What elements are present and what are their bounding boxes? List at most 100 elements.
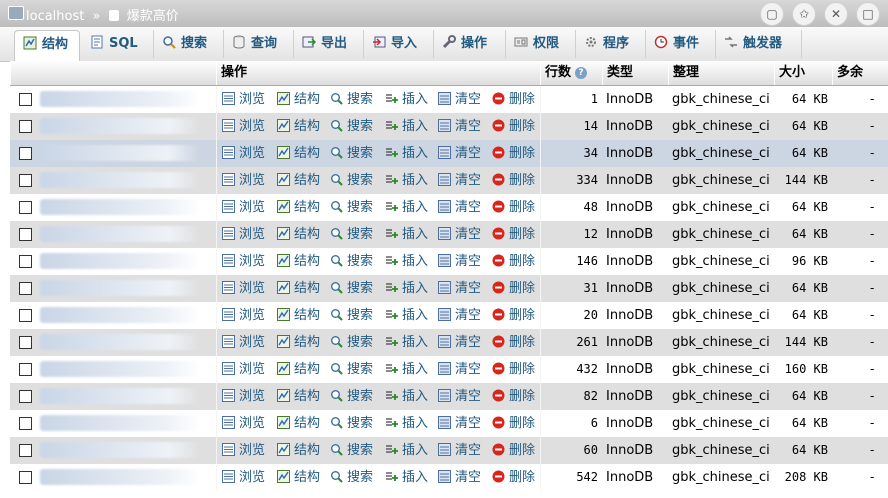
browse-link[interactable]: 浏览 [222, 437, 265, 464]
tab-query[interactable]: 查询 [224, 30, 294, 58]
drop-link[interactable]: 删除 [492, 275, 535, 302]
structure-link[interactable]: 结构 [277, 86, 320, 113]
insert-link[interactable]: 插入 [385, 437, 428, 464]
search-link[interactable]: 搜索 [330, 221, 373, 248]
structure-link[interactable]: 结构 [277, 383, 320, 410]
browse-link[interactable]: 浏览 [222, 410, 265, 437]
tab-routines[interactable]: 程序 [576, 30, 646, 58]
row-checkbox[interactable] [19, 255, 32, 268]
close-icon[interactable]: ✕ [824, 2, 848, 26]
browse-link[interactable]: 浏览 [222, 248, 265, 275]
drop-link[interactable]: 删除 [492, 86, 535, 113]
table-row[interactable]: 浏览 结构 搜索 插入 清空 删除 60 InnoDB gbk_chinese_… [10, 437, 888, 464]
drop-link[interactable]: 删除 [492, 140, 535, 167]
header-overhead[interactable]: 多余 [832, 61, 888, 85]
table-row[interactable]: 浏览 结构 搜索 插入 清空 删除 12 InnoDB gbk_chinese_… [10, 221, 888, 248]
row-checkbox[interactable] [19, 471, 32, 484]
structure-link[interactable]: 结构 [277, 410, 320, 437]
drop-link[interactable]: 删除 [492, 437, 535, 464]
search-link[interactable]: 搜索 [330, 248, 373, 275]
browse-link[interactable]: 浏览 [222, 356, 265, 383]
empty-link[interactable]: 清空 [438, 221, 481, 248]
insert-link[interactable]: 插入 [385, 302, 428, 329]
browse-link[interactable]: 浏览 [222, 329, 265, 356]
header-size[interactable]: 大小 [774, 61, 832, 85]
row-checkbox[interactable] [19, 417, 32, 430]
structure-link[interactable]: 结构 [277, 275, 320, 302]
browse-link[interactable]: 浏览 [222, 464, 265, 491]
insert-link[interactable]: 插入 [385, 221, 428, 248]
insert-link[interactable]: 插入 [385, 356, 428, 383]
search-link[interactable]: 搜索 [330, 140, 373, 167]
search-link[interactable]: 搜索 [330, 302, 373, 329]
search-link[interactable]: 搜索 [330, 410, 373, 437]
browse-link[interactable]: 浏览 [222, 194, 265, 221]
tab-events[interactable]: 事件 [646, 30, 716, 58]
drop-link[interactable]: 删除 [492, 194, 535, 221]
empty-link[interactable]: 清空 [438, 248, 481, 275]
row-checkbox[interactable] [19, 147, 32, 160]
row-checkbox[interactable] [19, 93, 32, 106]
search-link[interactable]: 搜索 [330, 356, 373, 383]
insert-link[interactable]: 插入 [385, 113, 428, 140]
insert-link[interactable]: 插入 [385, 329, 428, 356]
row-checkbox[interactable] [19, 282, 32, 295]
table-row[interactable]: 浏览 结构 搜索 插入 清空 删除 542 InnoDB gbk_chinese… [10, 464, 888, 491]
structure-link[interactable]: 结构 [277, 437, 320, 464]
tab-sql[interactable]: SQL [82, 30, 154, 58]
browse-link[interactable]: 浏览 [222, 113, 265, 140]
insert-link[interactable]: 插入 [385, 464, 428, 491]
drop-link[interactable]: 删除 [492, 383, 535, 410]
structure-link[interactable]: 结构 [277, 221, 320, 248]
table-row[interactable]: 浏览 结构 搜索 插入 清空 删除 432 InnoDB gbk_chinese… [10, 356, 888, 383]
empty-link[interactable]: 清空 [438, 140, 481, 167]
header-collation[interactable]: 整理 [668, 61, 774, 85]
row-checkbox[interactable] [19, 336, 32, 349]
tab-triggers[interactable]: 触发器 [716, 30, 802, 58]
row-checkbox[interactable] [19, 228, 32, 241]
structure-link[interactable]: 结构 [277, 113, 320, 140]
tab-import[interactable]: 导入 [364, 30, 434, 58]
structure-link[interactable]: 结构 [277, 464, 320, 491]
search-link[interactable]: 搜索 [330, 167, 373, 194]
drop-link[interactable]: 删除 [492, 329, 535, 356]
drop-link[interactable]: 删除 [492, 464, 535, 491]
tab-privileges[interactable]: 权限 [506, 30, 576, 58]
table-row[interactable]: 浏览 结构 搜索 插入 清空 删除 82 InnoDB gbk_chinese_… [10, 383, 888, 410]
insert-link[interactable]: 插入 [385, 140, 428, 167]
row-checkbox[interactable] [19, 174, 32, 187]
drop-link[interactable]: 删除 [492, 410, 535, 437]
search-link[interactable]: 搜索 [330, 464, 373, 491]
tab-search[interactable]: 搜索 [154, 30, 224, 58]
pin-icon[interactable]: ✩ [792, 2, 816, 26]
empty-link[interactable]: 清空 [438, 194, 481, 221]
row-checkbox[interactable] [19, 201, 32, 214]
row-checkbox[interactable] [19, 444, 32, 457]
empty-link[interactable]: 清空 [438, 437, 481, 464]
browse-link[interactable]: 浏览 [222, 383, 265, 410]
header-type[interactable]: 类型 [602, 61, 668, 85]
search-link[interactable]: 搜索 [330, 275, 373, 302]
row-checkbox[interactable] [19, 390, 32, 403]
insert-link[interactable]: 插入 [385, 248, 428, 275]
table-row[interactable]: 浏览 结构 搜索 插入 清空 删除 146 InnoDB gbk_chinese… [10, 248, 888, 275]
search-link[interactable]: 搜索 [330, 113, 373, 140]
drop-link[interactable]: 删除 [492, 248, 535, 275]
browse-link[interactable]: 浏览 [222, 167, 265, 194]
empty-link[interactable]: 清空 [438, 302, 481, 329]
browse-link[interactable]: 浏览 [222, 86, 265, 113]
structure-link[interactable]: 结构 [277, 248, 320, 275]
empty-link[interactable]: 清空 [438, 275, 481, 302]
breadcrumb-database[interactable]: 爆款高价 [127, 9, 179, 24]
restore-icon[interactable]: □ [856, 2, 880, 26]
browse-link[interactable]: 浏览 [222, 140, 265, 167]
tab-operations[interactable]: 操作 [434, 30, 506, 58]
tab-structure[interactable]: 结构 [14, 30, 80, 62]
insert-link[interactable]: 插入 [385, 167, 428, 194]
search-link[interactable]: 搜索 [330, 383, 373, 410]
browse-link[interactable]: 浏览 [222, 275, 265, 302]
empty-link[interactable]: 清空 [438, 464, 481, 491]
header-rows[interactable]: 行数? [540, 61, 602, 85]
browse-link[interactable]: 浏览 [222, 302, 265, 329]
drop-link[interactable]: 删除 [492, 302, 535, 329]
